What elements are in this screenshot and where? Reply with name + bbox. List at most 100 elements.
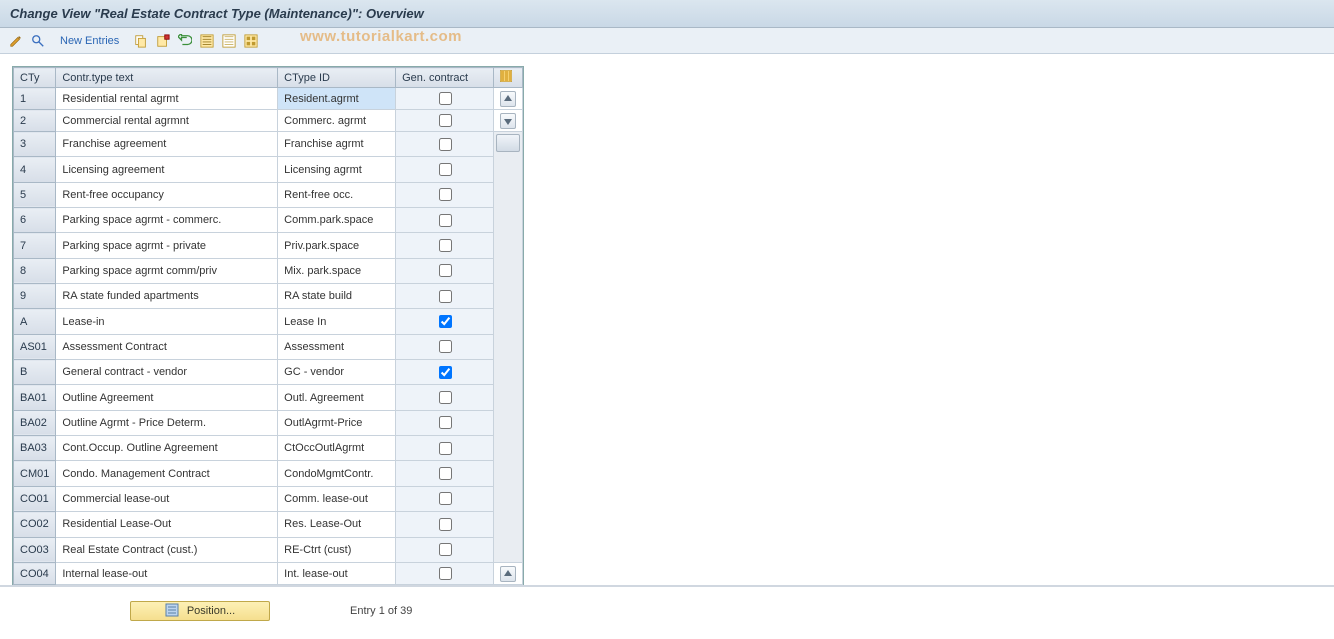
cell-contract-text[interactable]: Cont.Occup. Outline Agreement — [56, 436, 278, 461]
delete-icon[interactable] — [153, 31, 173, 51]
table-row[interactable]: 5Rent-free occupancyRent-free occ. — [14, 182, 523, 207]
gen-contract-checkbox[interactable] — [439, 315, 452, 328]
gen-contract-checkbox[interactable] — [439, 416, 452, 429]
cell-ctype-id[interactable]: Resident.agrmt — [278, 88, 396, 110]
row-header-cty[interactable]: 4 — [14, 157, 56, 182]
table-row[interactable]: 6Parking space agrmt - commerc.Comm.park… — [14, 208, 523, 233]
cell-contract-text[interactable]: Parking space agrmt - private — [56, 233, 278, 258]
gen-contract-checkbox[interactable] — [439, 567, 452, 580]
cell-gen-contract[interactable] — [396, 410, 494, 435]
cell-gen-contract[interactable] — [396, 258, 494, 283]
cell-ctype-id[interactable]: Mix. park.space — [278, 258, 396, 283]
cell-contract-text[interactable]: Outline Agrmt - Price Determ. — [56, 410, 278, 435]
row-header-cty[interactable]: 2 — [14, 110, 56, 132]
cell-ctype-id[interactable]: Rent-free occ. — [278, 182, 396, 207]
row-header-cty[interactable]: 6 — [14, 208, 56, 233]
cell-gen-contract[interactable] — [396, 512, 494, 537]
table-row[interactable]: 9RA state funded apartmentsRA state buil… — [14, 284, 523, 309]
gen-contract-checkbox[interactable] — [439, 188, 452, 201]
cell-contract-text[interactable]: Residential Lease-Out — [56, 512, 278, 537]
gen-contract-checkbox[interactable] — [439, 467, 452, 480]
gen-contract-checkbox[interactable] — [439, 391, 452, 404]
row-header-cty[interactable]: CO04 — [14, 563, 56, 585]
row-header-cty[interactable]: BA03 — [14, 436, 56, 461]
row-header-cty[interactable]: CO03 — [14, 537, 56, 563]
table-row[interactable]: ALease-inLease In — [14, 309, 523, 334]
cell-contract-text[interactable]: Outline Agreement — [56, 385, 278, 410]
cell-contract-text[interactable]: Residential rental agrmt — [56, 88, 278, 110]
row-header-cty[interactable]: 1 — [14, 88, 56, 110]
col-header-id[interactable]: CType ID — [278, 68, 396, 88]
gen-contract-checkbox[interactable] — [439, 92, 452, 105]
gen-contract-checkbox[interactable] — [439, 492, 452, 505]
gen-contract-checkbox[interactable] — [439, 239, 452, 252]
cell-ctype-id[interactable]: Assessment — [278, 334, 396, 359]
table-row[interactable]: CO03Real Estate Contract (cust.)RE-Ctrt … — [14, 537, 523, 563]
table-row[interactable]: CO02Residential Lease-OutRes. Lease-Out — [14, 512, 523, 537]
row-header-cty[interactable]: AS01 — [14, 334, 56, 359]
row-header-cty[interactable]: B — [14, 360, 56, 385]
cell-gen-contract[interactable] — [396, 110, 494, 132]
cell-ctype-id[interactable]: Comm.park.space — [278, 208, 396, 233]
table-row[interactable]: CM01Condo. Management ContractCondoMgmtC… — [14, 461, 523, 486]
cell-ctype-id[interactable]: Lease In — [278, 309, 396, 334]
table-row[interactable]: BA01Outline AgreementOutl. Agreement — [14, 385, 523, 410]
row-header-cty[interactable]: 7 — [14, 233, 56, 258]
gen-contract-checkbox[interactable] — [439, 442, 452, 455]
row-header-cty[interactable]: CO02 — [14, 512, 56, 537]
new-entries-button[interactable]: New Entries — [54, 31, 125, 51]
cell-gen-contract[interactable] — [396, 486, 494, 511]
cell-ctype-id[interactable]: OutlAgrmt-Price — [278, 410, 396, 435]
row-header-cty[interactable]: BA01 — [14, 385, 56, 410]
cell-gen-contract[interactable] — [396, 385, 494, 410]
cell-gen-contract[interactable] — [396, 309, 494, 334]
table-row[interactable]: AS01Assessment ContractAssessment — [14, 334, 523, 359]
table-settings-icon[interactable] — [241, 31, 261, 51]
gen-contract-checkbox[interactable] — [439, 264, 452, 277]
table-row[interactable]: 3Franchise agreementFranchise agrmt — [14, 132, 523, 157]
cell-contract-text[interactable]: Licensing agreement — [56, 157, 278, 182]
cell-contract-text[interactable]: Parking space agrmt comm/priv — [56, 258, 278, 283]
cell-gen-contract[interactable] — [396, 563, 494, 585]
cell-contract-text[interactable]: Parking space agrmt - commerc. — [56, 208, 278, 233]
cell-ctype-id[interactable]: RA state build — [278, 284, 396, 309]
copy-as-icon[interactable] — [131, 31, 151, 51]
cell-ctype-id[interactable]: Outl. Agreement — [278, 385, 396, 410]
cell-ctype-id[interactable]: Res. Lease-Out — [278, 512, 396, 537]
cell-ctype-id[interactable]: Int. lease-out — [278, 563, 396, 585]
cell-ctype-id[interactable]: CondoMgmtContr. — [278, 461, 396, 486]
cell-gen-contract[interactable] — [396, 334, 494, 359]
cell-ctype-id[interactable]: Commerc. agrmt — [278, 110, 396, 132]
cell-gen-contract[interactable] — [396, 157, 494, 182]
cell-gen-contract[interactable] — [396, 233, 494, 258]
cell-ctype-id[interactable]: Licensing agrmt — [278, 157, 396, 182]
cell-gen-contract[interactable] — [396, 537, 494, 563]
gen-contract-checkbox[interactable] — [439, 290, 452, 303]
cell-ctype-id[interactable]: Priv.park.space — [278, 233, 396, 258]
col-header-gen[interactable]: Gen. contract — [396, 68, 494, 88]
scroll-thumb[interactable] — [493, 132, 522, 563]
gen-contract-checkbox[interactable] — [439, 114, 452, 127]
cell-contract-text[interactable]: Condo. Management Contract — [56, 461, 278, 486]
cell-gen-contract[interactable] — [396, 461, 494, 486]
gen-contract-checkbox[interactable] — [439, 518, 452, 531]
cell-contract-text[interactable]: General contract - vendor — [56, 360, 278, 385]
gen-contract-checkbox[interactable] — [439, 543, 452, 556]
contract-type-table[interactable]: CTy Contr.type text CType ID Gen. contra… — [13, 67, 523, 627]
cell-gen-contract[interactable] — [396, 284, 494, 309]
cell-gen-contract[interactable] — [396, 88, 494, 110]
table-row[interactable]: 8Parking space agrmt comm/privMix. park.… — [14, 258, 523, 283]
table-row[interactable]: 2Commercial rental agrmntCommerc. agrmt — [14, 110, 523, 132]
table-row[interactable]: BGeneral contract - vendorGC - vendor — [14, 360, 523, 385]
cell-gen-contract[interactable] — [396, 360, 494, 385]
row-header-cty[interactable]: 3 — [14, 132, 56, 157]
cell-gen-contract[interactable] — [396, 182, 494, 207]
row-header-cty[interactable]: A — [14, 309, 56, 334]
row-header-cty[interactable]: 8 — [14, 258, 56, 283]
cell-contract-text[interactable]: Commercial rental agrmnt — [56, 110, 278, 132]
scroll-up-step-icon[interactable] — [493, 563, 522, 585]
scroll-down-step-icon[interactable] — [493, 110, 522, 132]
cell-ctype-id[interactable]: CtOccOutlAgrmt — [278, 436, 396, 461]
scroll-up-icon[interactable] — [493, 88, 522, 110]
cell-ctype-id[interactable]: RE-Ctrt (cust) — [278, 537, 396, 563]
